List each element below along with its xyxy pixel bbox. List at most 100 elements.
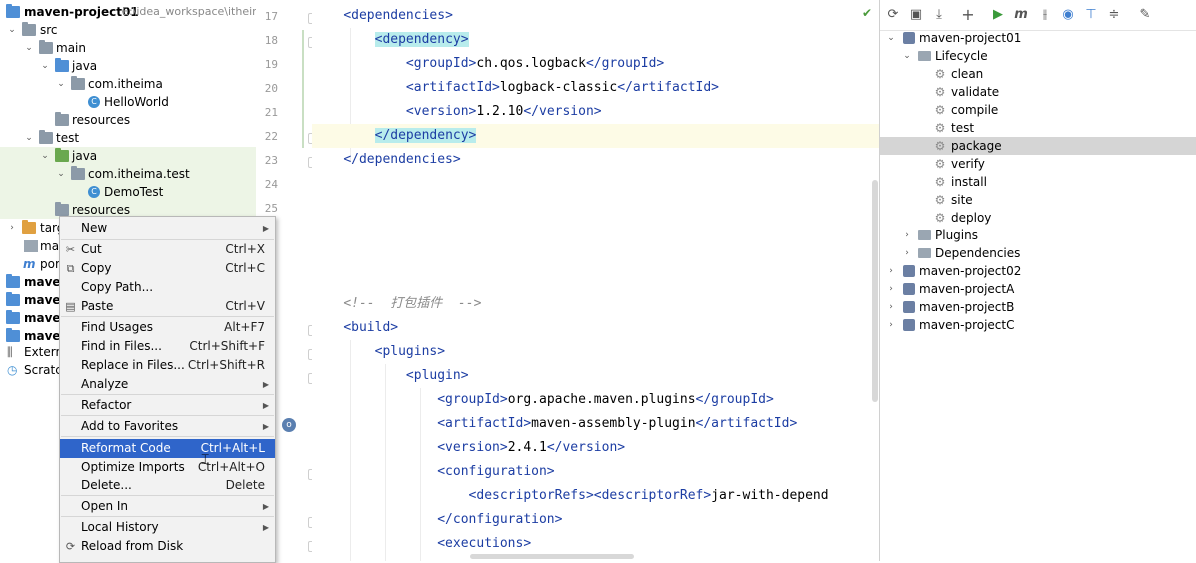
menu-item-find-usages[interactable]: Find Usages Alt+F7: [60, 318, 275, 337]
tree-label: install: [951, 175, 987, 189]
maven-tree-plugins[interactable]: › Plugins: [880, 226, 1196, 244]
chevron-down-icon[interactable]: ⌄: [40, 147, 50, 165]
menu-shortcut: Ctrl+Shift+F: [189, 339, 265, 353]
chevron-right-icon[interactable]: ›: [902, 226, 912, 244]
maven-goal-verify[interactable]: ⚙ verify: [880, 155, 1196, 173]
tree-row-main[interactable]: ⌄ main: [0, 39, 256, 57]
refresh-icon[interactable]: ⟳: [884, 6, 902, 24]
add-icon[interactable]: +: [959, 6, 977, 24]
maven-goal-compile[interactable]: ⚙ compile: [880, 101, 1196, 119]
menu-separator: [61, 394, 274, 395]
chevron-down-icon[interactable]: ⌄: [56, 75, 66, 93]
chevron-down-icon[interactable]: ⌄: [24, 129, 34, 147]
chevron-right-icon[interactable]: ›: [886, 298, 896, 316]
menu-item-local-history[interactable]: Local History ▶: [60, 518, 275, 537]
menu-item-optimize-imports[interactable]: Optimize Imports Ctrl+Alt+O: [60, 458, 275, 477]
gear-icon: ⚙: [934, 103, 946, 117]
maven-tree-lifecycle[interactable]: ⌄ Lifecycle: [880, 47, 1196, 65]
menu-item-label: Delete...: [81, 478, 132, 492]
code-token: logback-classic: [499, 80, 618, 95]
tree-row-package[interactable]: ⌄ com.itheima: [0, 75, 256, 93]
vertical-scrollbar[interactable]: [872, 180, 878, 402]
line-number: 25: [264, 202, 278, 215]
maven-goal-test[interactable]: ⚙ test: [880, 119, 1196, 137]
code-token: org.apache.maven.plugins: [507, 392, 696, 407]
maven-goal-site[interactable]: ⚙ site: [880, 191, 1196, 209]
tree-row-demotest[interactable]: C DemoTest: [0, 183, 256, 201]
tree-row-resources[interactable]: resources: [0, 111, 256, 129]
menu-item-add-to-favorites[interactable]: Add to Favorites ▶: [60, 417, 275, 436]
menu-item-label: Replace in Files...: [81, 358, 185, 372]
tree-row-java[interactable]: ⌄ java: [0, 57, 256, 75]
menu-item-new[interactable]: New ▶: [60, 219, 275, 238]
maven-tree-project[interactable]: › maven-projectC: [880, 316, 1196, 334]
maven-tree-project[interactable]: ⌄ maven-project01: [880, 29, 1196, 47]
chevron-right-icon[interactable]: ›: [902, 244, 912, 262]
menu-shortcut: Ctrl+Shift+R: [187, 358, 265, 372]
chevron-down-icon[interactable]: ⌄: [886, 29, 896, 47]
menu-item-refactor[interactable]: Refactor ▶: [60, 396, 275, 415]
run-icon[interactable]: ▶: [989, 6, 1007, 24]
menu-item-delete[interactable]: Delete... Delete: [60, 476, 275, 495]
tree-row-src[interactable]: ⌄ src: [0, 21, 256, 39]
submenu-arrow-icon: ▶: [262, 224, 269, 233]
menu-item-cut[interactable]: ✂ Cut Ctrl+X: [60, 240, 275, 259]
chevron-down-icon[interactable]: ⌄: [24, 39, 34, 57]
menu-item-reload-from-disk[interactable]: ⟳ Reload from Disk: [60, 537, 275, 556]
maven-override-icon[interactable]: o: [282, 418, 296, 432]
add-maven-project-icon[interactable]: ▣: [907, 6, 925, 24]
tree-label: Lifecycle: [935, 49, 988, 63]
maven-tree-project[interactable]: › maven-project02: [880, 262, 1196, 280]
project-root-row[interactable]: maven-project01 E:\idea_workspace\itheim: [0, 3, 256, 21]
inspection-ok-icon[interactable]: ✔: [862, 6, 872, 20]
maven-goal-validate[interactable]: ⚙ validate: [880, 83, 1196, 101]
chevron-right-icon[interactable]: ›: [886, 262, 896, 280]
tree-label: clean: [951, 67, 984, 81]
folder-icon: [39, 40, 53, 54]
chevron-right-icon[interactable]: ›: [7, 219, 17, 237]
tree-label: test: [56, 131, 80, 145]
menu-item-replace-in-files[interactable]: Replace in Files... Ctrl+Shift+R: [60, 356, 275, 375]
menu-item-open-in[interactable]: Open In ▶: [60, 497, 275, 516]
gear-icon: ⚙: [934, 139, 946, 153]
maven-tree-project[interactable]: › maven-projectB: [880, 298, 1196, 316]
show-dependencies-icon[interactable]: ⊤: [1082, 6, 1100, 24]
line-number: 19: [264, 58, 278, 71]
menu-item-analyze[interactable]: Analyze ▶: [60, 375, 275, 394]
maven-goal-install[interactable]: ⚙ install: [880, 173, 1196, 191]
execute-goal-icon[interactable]: m: [1012, 6, 1030, 24]
tree-label: HelloWorld: [104, 95, 169, 109]
tree-row-test-package[interactable]: ⌄ com.itheima.test: [0, 165, 256, 183]
menu-item-paste[interactable]: ▤ Paste Ctrl+V: [60, 297, 275, 316]
chevron-right-icon[interactable]: ›: [886, 316, 896, 334]
collapse-all-icon[interactable]: ≑: [1105, 6, 1123, 24]
tree-row-test-java[interactable]: ⌄ java: [0, 147, 256, 165]
code-line: <dependencies>: [312, 4, 879, 28]
chevron-down-icon[interactable]: ⌄: [56, 165, 66, 183]
maven-tree-dependencies[interactable]: › Dependencies: [880, 244, 1196, 262]
download-icon[interactable]: ⤓: [930, 6, 948, 24]
project-root-path: E:\idea_workspace\itheim: [122, 5, 256, 18]
maven-tree-project[interactable]: › maven-projectA: [880, 280, 1196, 298]
menu-item-copy[interactable]: ⧉ Copy Ctrl+C: [60, 259, 275, 278]
tree-row-test[interactable]: ⌄ test: [0, 129, 256, 147]
code-editor[interactable]: <dependencies> <dependency> <groupId>ch.…: [312, 0, 879, 561]
toggle-offline-icon[interactable]: ⫲: [1036, 6, 1054, 24]
menu-item-find-in-files[interactable]: Find in Files... Ctrl+Shift+F: [60, 337, 275, 356]
menu-item-label: Add to Favorites: [81, 419, 179, 433]
chevron-right-icon[interactable]: ›: [886, 280, 896, 298]
chevron-down-icon[interactable]: ⌄: [902, 47, 912, 65]
chevron-down-icon[interactable]: ⌄: [7, 21, 17, 39]
menu-item-copy-path[interactable]: Copy Path...: [60, 278, 275, 297]
code-line: <dependency>: [312, 28, 879, 52]
tree-row-helloworld[interactable]: C HelloWorld: [0, 93, 256, 111]
maven-goal-deploy[interactable]: ⚙ deploy: [880, 209, 1196, 227]
horizontal-scrollbar[interactable]: [470, 554, 634, 559]
skip-tests-icon[interactable]: ◉: [1059, 6, 1077, 24]
settings-icon[interactable]: ✎: [1136, 6, 1154, 24]
maven-goal-package[interactable]: ⚙ package: [880, 137, 1196, 155]
menu-item-reformat-code[interactable]: Reformat Code Ctrl+Alt+L: [60, 439, 275, 458]
maven-goal-clean[interactable]: ⚙ clean: [880, 65, 1196, 83]
menu-shortcut: Ctrl+Alt+L: [200, 441, 265, 455]
chevron-down-icon[interactable]: ⌄: [40, 57, 50, 75]
